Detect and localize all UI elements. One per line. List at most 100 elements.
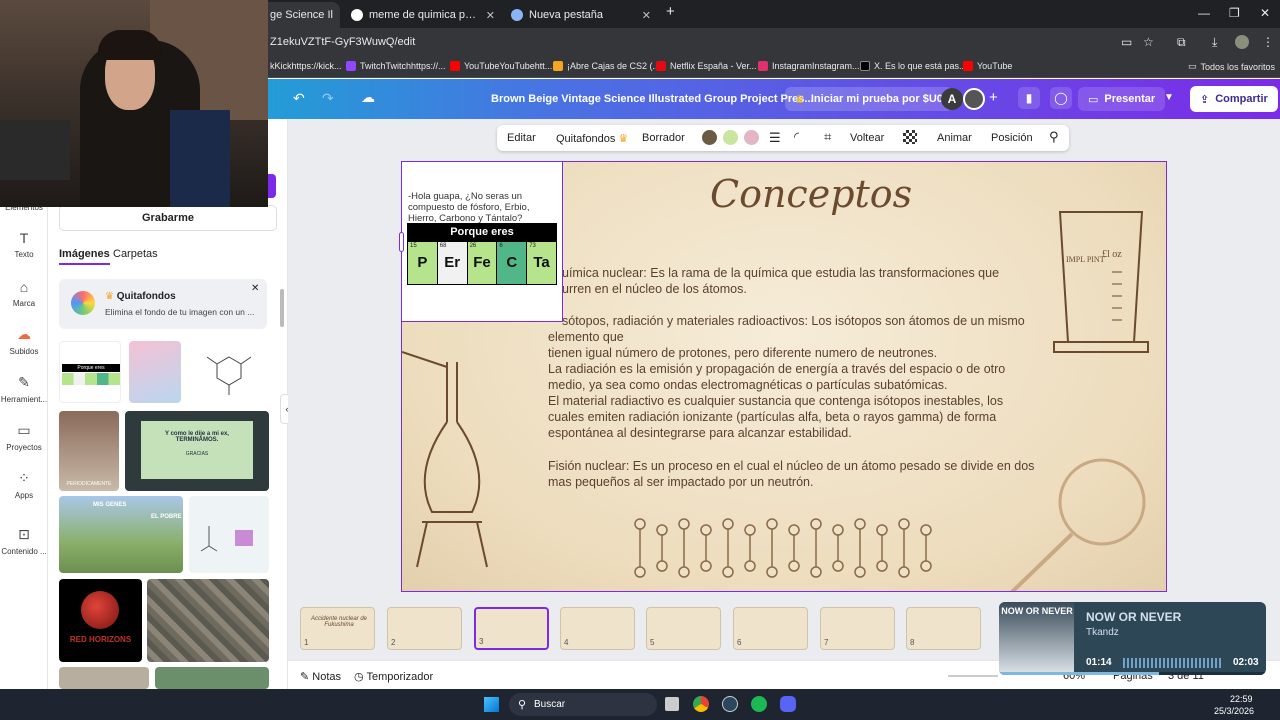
profile-avatar[interactable] xyxy=(1235,35,1249,49)
bookmark-instagram[interactable]: InstagramInstagram... xyxy=(758,61,860,71)
color-swatch-2[interactable] xyxy=(723,130,738,145)
corner-radius-icon[interactable]: ◜ xyxy=(794,129,799,145)
page-thumb-4[interactable]: 4 xyxy=(560,607,635,650)
image-thumb-meme-porque[interactable]: Porque eres xyxy=(59,341,121,403)
image-thumb-fabric[interactable] xyxy=(147,579,269,662)
page-thumb-8[interactable]: 8 xyxy=(906,607,981,650)
avatar-photo[interactable] xyxy=(963,88,985,110)
clock-date[interactable]: 25/3/2026 xyxy=(1214,706,1254,716)
paragraph-quimica-nuclear[interactable]: uímica nuclear: Es la rama de la química… xyxy=(562,265,999,297)
windows-start-icon[interactable] xyxy=(484,697,499,712)
panel-scrollbar[interactable] xyxy=(280,289,284,327)
tab-meme[interactable]: meme de quimica para termina ✕ xyxy=(343,2,503,28)
image-thumb-bottom-1[interactable] xyxy=(59,667,149,689)
edit-button[interactable]: Editar xyxy=(507,132,536,144)
close-icon[interactable]: ✕ xyxy=(333,9,340,22)
chrome-icon[interactable] xyxy=(693,696,709,712)
steam-icon[interactable] xyxy=(722,696,738,712)
eraser-button[interactable]: Borrador xyxy=(642,132,685,144)
progress-bar[interactable] xyxy=(999,672,1266,675)
selected-meme-image[interactable]: -Hola guapa, ¿No seras un compuesto de f… xyxy=(399,161,563,322)
tab-images[interactable]: Imágenes xyxy=(59,248,110,265)
image-thumb-red-horizons[interactable]: RED HORIZONS xyxy=(59,579,142,662)
task-view-icon[interactable] xyxy=(665,697,679,711)
rail-text[interactable]: T Texto xyxy=(0,230,48,259)
share-button[interactable]: ⇪ Compartir xyxy=(1190,86,1278,112)
page-thumb-1[interactable]: Accidente nuclear de Fukushima 1 xyxy=(300,607,375,650)
extensions-icon[interactable]: ⧉ xyxy=(1177,35,1186,50)
rail-tools[interactable]: ✎ Herramient... xyxy=(0,374,48,404)
music-widget[interactable]: NOW OR NEVER NOW OR NEVER Tkandz 01:14 0… xyxy=(999,602,1266,675)
all-favorites[interactable]: ▭ Todos los favoritos xyxy=(1188,61,1275,72)
image-thumb-sheep[interactable]: MIS GENES EL POBRE xyxy=(59,496,183,573)
tab-new[interactable]: Nueva pestaña ✕ xyxy=(503,2,659,28)
page-thumb-6[interactable]: 6 xyxy=(733,607,808,650)
new-tab-icon[interactable]: + xyxy=(666,3,675,20)
bookmark-youtube[interactable]: YouTubeYouTubehtt... xyxy=(450,61,552,71)
zoom-slider[interactable] xyxy=(948,675,998,677)
cast-icon[interactable]: ▭ xyxy=(1121,35,1132,49)
paint-format-icon[interactable]: ⚲ xyxy=(1049,129,1059,145)
bookmark-netflix[interactable]: Netflix España - Ver... xyxy=(656,61,757,71)
rail-content[interactable]: ⊡ Contenido ... xyxy=(0,526,48,556)
bookmark-kick[interactable]: kKickhttps://kick... xyxy=(270,61,342,71)
timer-button[interactable]: ◷ Temporizador xyxy=(354,670,433,683)
page-thumb-7[interactable]: 7 xyxy=(820,607,895,650)
url-field[interactable]: Z1ekuVZTtF-GyF3WuwQ/edit xyxy=(270,36,415,48)
close-icon[interactable]: ✕ xyxy=(251,283,259,294)
minimize-icon[interactable]: — xyxy=(1198,6,1210,20)
present-button[interactable]: ▭ Presentar xyxy=(1078,87,1166,111)
record-button[interactable]: Grabarme xyxy=(59,205,277,231)
trial-button[interactable]: ♛ Iniciar mi prueba por $U0 xyxy=(785,87,953,111)
avatar[interactable]: A xyxy=(941,88,963,110)
color-swatch-3[interactable] xyxy=(744,130,759,145)
page-thumb-3[interactable]: 3 xyxy=(474,607,549,650)
menu-icon[interactable]: ⋮ xyxy=(1262,35,1274,49)
bg-remover-button[interactable]: Quitafondos ♛ xyxy=(556,132,628,145)
tab-canva[interactable]: ge Science Il ✕ xyxy=(262,2,340,28)
transparency-icon[interactable] xyxy=(903,130,917,144)
page-thumb-5[interactable]: 5 xyxy=(646,607,721,650)
bookmark-x[interactable]: X. Es lo que está pas... xyxy=(860,61,967,71)
redo-icon[interactable]: ↷ xyxy=(322,90,334,107)
image-thumb-molecule[interactable] xyxy=(189,339,269,405)
cloud-saved-icon[interactable]: ☁ xyxy=(361,89,375,106)
bookmark-star-icon[interactable]: ☆ xyxy=(1143,35,1154,49)
page-thumb-2[interactable]: 2 xyxy=(387,607,462,650)
image-thumb-terminamos[interactable]: Y como le dije a mi ex, TERMINAMOS. GRAC… xyxy=(125,411,269,491)
resize-handle-left[interactable] xyxy=(399,232,404,252)
image-thumb-bottom-2[interactable] xyxy=(155,667,269,689)
rail-apps[interactable]: ⁘ Apps xyxy=(0,470,48,500)
rail-projects[interactable]: ▭ Proyectos xyxy=(0,422,48,452)
close-icon[interactable]: ✕ xyxy=(478,9,495,22)
bookmark-cs2[interactable]: ¡Abre Cajas de CS2 (... xyxy=(553,61,660,71)
close-icon[interactable]: ✕ xyxy=(634,9,651,22)
undo-icon[interactable]: ↶ xyxy=(293,90,305,107)
border-style-icon[interactable]: ☰ xyxy=(769,130,781,146)
crop-icon[interactable]: ⌗ xyxy=(824,129,831,145)
promo-card[interactable]: ♛ Quitafondos Elimina el fondo de tu ima… xyxy=(59,279,267,329)
notes-button[interactable]: ✎ Notas xyxy=(300,670,341,683)
animate-button[interactable]: Animar xyxy=(937,132,972,144)
rail-brand[interactable]: ⌂ Marca xyxy=(0,279,48,308)
download-icon[interactable]: ⤓ xyxy=(1212,35,1217,50)
chevron-down-icon[interactable]: ▼ xyxy=(1164,92,1174,103)
discord-icon[interactable] xyxy=(780,696,796,712)
bookmark-youtube-2[interactable]: YouTube xyxy=(963,61,1012,71)
insights-icon[interactable]: ▮ xyxy=(1018,87,1040,109)
tab-folders[interactable]: Carpetas xyxy=(113,248,158,260)
image-thumb-periodic-meme[interactable]: PERIODICAMENTE xyxy=(59,411,119,491)
paragraph-isotopos[interactable]: sótopos, radiación y materiales radioact… xyxy=(548,313,1025,441)
flip-button[interactable]: Voltear xyxy=(850,132,884,144)
taskbar-search[interactable]: ⚲ Buscar xyxy=(509,693,657,716)
design-title[interactable]: Brown Beige Vintage Science Illustrated … xyxy=(491,93,814,105)
maximize-icon[interactable]: ❐ xyxy=(1229,6,1240,20)
bookmark-twitch[interactable]: TwitchTwitchhttps://... xyxy=(346,61,446,71)
comment-icon[interactable]: ◯ xyxy=(1050,87,1072,109)
purple-tab-handle[interactable] xyxy=(268,174,276,198)
clock-time[interactable]: 22:59 xyxy=(1230,694,1253,704)
slide-heading[interactable]: Conceptos xyxy=(710,172,912,216)
window-close-icon[interactable]: ✕ xyxy=(1260,6,1270,20)
position-button[interactable]: Posición xyxy=(991,132,1033,144)
image-thumb-cat[interactable] xyxy=(129,341,181,403)
